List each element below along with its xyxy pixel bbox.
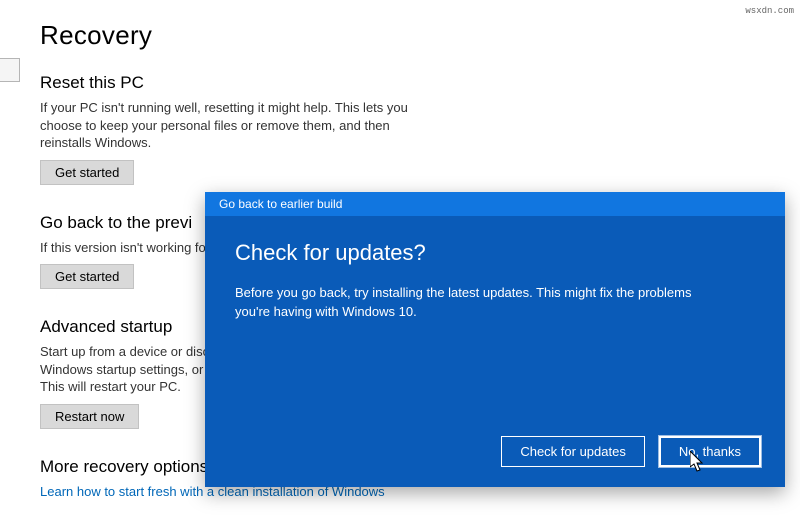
dialog-titlebar: Go back to earlier build bbox=[205, 192, 785, 216]
page-title: Recovery bbox=[40, 20, 760, 51]
reset-heading: Reset this PC bbox=[40, 73, 760, 93]
no-thanks-button[interactable]: No, thanks bbox=[659, 436, 761, 467]
goback-dialog: Go back to earlier build Check for updat… bbox=[205, 192, 785, 487]
left-edge-tab[interactable] bbox=[0, 58, 20, 82]
attribution-text: wsxdn.com bbox=[745, 6, 794, 16]
restart-now-button[interactable]: Restart now bbox=[40, 404, 139, 429]
dialog-heading: Check for updates? bbox=[235, 240, 755, 266]
check-for-updates-button[interactable]: Check for updates bbox=[501, 436, 645, 467]
dialog-body: Check for updates? Before you go back, t… bbox=[205, 216, 785, 340]
reset-section: Reset this PC If your PC isn't running w… bbox=[40, 73, 760, 185]
dialog-button-row: Check for updates No, thanks bbox=[501, 436, 761, 467]
reset-text: If your PC isn't running well, resetting… bbox=[40, 99, 420, 152]
dialog-text: Before you go back, try installing the l… bbox=[235, 284, 715, 322]
reset-get-started-button[interactable]: Get started bbox=[40, 160, 134, 185]
goback-get-started-button[interactable]: Get started bbox=[40, 264, 134, 289]
